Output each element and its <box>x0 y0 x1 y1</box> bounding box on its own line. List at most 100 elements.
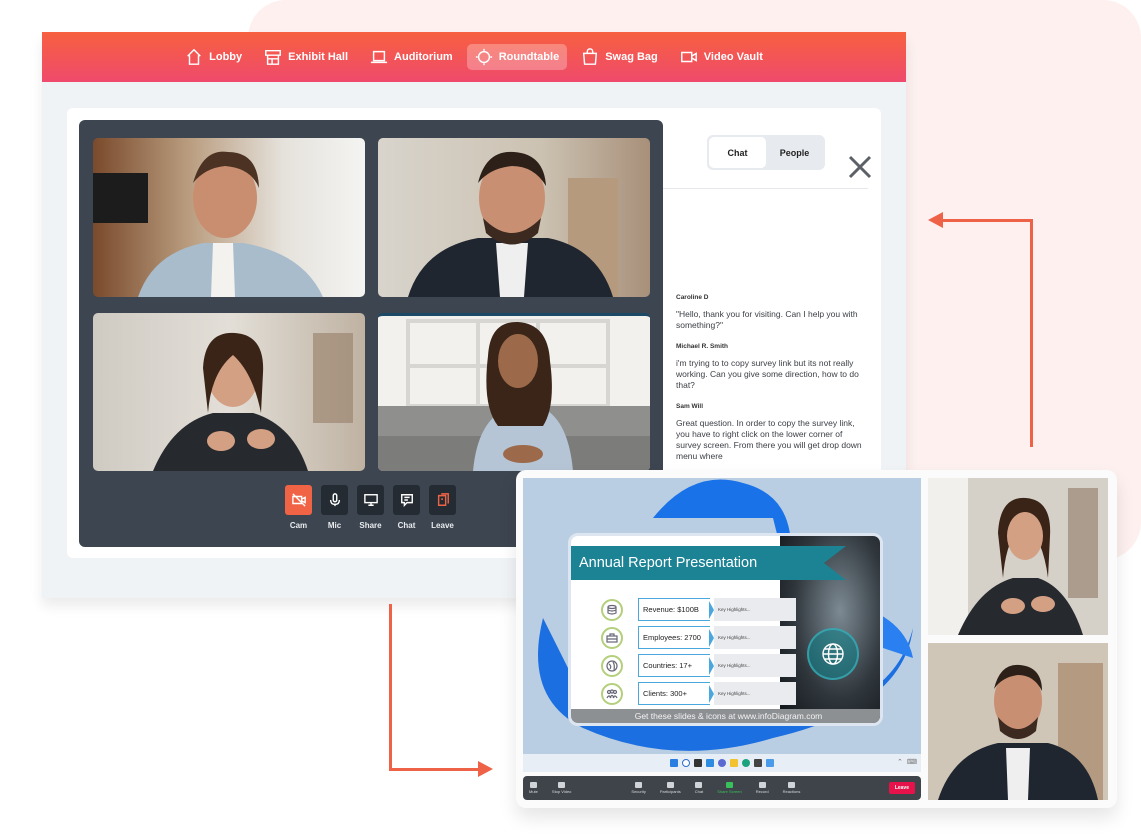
arrow-connector-left <box>389 768 481 771</box>
teams-chat-icon[interactable] <box>718 759 726 767</box>
leave-icon <box>437 493 449 506</box>
share-screen-button[interactable]: Share Screen <box>717 782 742 794</box>
metric-label: Revenue: $100B <box>638 598 710 621</box>
mic-toggle-button[interactable]: Mic <box>321 485 348 530</box>
slide-footer: Get these slides & icons at www.infoDiag… <box>571 709 880 723</box>
chat-button[interactable]: Chat <box>393 485 420 530</box>
system-tray: ⌃ ⌨ <box>897 758 917 766</box>
chevron-up-icon[interactable]: ⌃ <box>897 758 903 766</box>
task-view-icon[interactable] <box>694 759 702 767</box>
shared-screen: Annual Report Presentation Revenue: $100… <box>523 478 921 772</box>
participant-video-tile[interactable] <box>928 643 1108 800</box>
nav-roundtable[interactable]: Roundtable <box>466 44 568 70</box>
metric-highlight: Key Highlights... <box>714 654 796 677</box>
search-icon[interactable] <box>682 759 690 767</box>
metric-label: Clients: 300+ <box>638 682 710 705</box>
widgets-icon[interactable] <box>706 759 714 767</box>
security-button[interactable]: Security <box>631 782 646 794</box>
share-screen-icon <box>725 782 733 788</box>
share-screen-button[interactable]: Share <box>357 485 384 530</box>
monitor-icon <box>363 494 378 506</box>
file-explorer-icon[interactable] <box>730 759 738 767</box>
briefcase-icon <box>606 633 618 643</box>
participant-video <box>928 478 1108 635</box>
laptop-icon <box>370 50 388 64</box>
chat-bubble-icon <box>695 782 703 788</box>
participant-video-tile-active-speaker[interactable] <box>378 313 650 471</box>
participant-video-tile[interactable] <box>93 138 365 297</box>
chat-message: Sam Will Great question. In order to cop… <box>676 403 866 462</box>
leave-label: Leave <box>431 521 454 530</box>
participant-video-tile[interactable] <box>928 478 1108 635</box>
message-author: Caroline D <box>676 294 709 301</box>
start-icon[interactable] <box>670 759 678 767</box>
arrow-connector-right <box>1030 219 1033 447</box>
camera-off-icon <box>291 493 306 507</box>
slide-title: Annual Report Presentation <box>571 546 846 580</box>
participant-video <box>93 138 365 297</box>
metric-row: Employees: 2700 Key Highlights... <box>601 624 796 652</box>
nav-video-vault[interactable]: Video Vault <box>672 44 771 70</box>
globe-badge <box>807 628 859 680</box>
edge-browser-icon[interactable] <box>742 759 750 767</box>
message-author: Michael R. Smith <box>676 343 729 350</box>
close-sidebar-button[interactable] <box>846 153 874 181</box>
tab-chat[interactable]: Chat <box>709 137 766 168</box>
participant-video <box>928 643 1108 800</box>
zoom-call-window: Annual Report Presentation Revenue: $100… <box>516 470 1117 808</box>
chat-button[interactable]: Chat <box>695 782 703 794</box>
top-navigation: Lobby Exhibit Hall Auditorium Roundtable… <box>42 32 906 82</box>
metric-highlight: Key Highlights... <box>714 626 796 649</box>
cam-label: Cam <box>289 521 308 530</box>
participant-video <box>93 313 365 471</box>
call-controls: Cam Mic Share Chat Leave <box>285 485 456 530</box>
store-icon[interactable] <box>754 759 762 767</box>
metric-highlight: Key Highlights... <box>714 598 796 621</box>
message-text: i'm trying to to copy survey link but it… <box>676 358 859 390</box>
microphone-icon <box>529 782 537 788</box>
home-icon <box>187 48 201 65</box>
storefront-icon <box>265 49 282 65</box>
arrow-head-left-icon <box>928 212 943 228</box>
nav-label: Roundtable <box>498 51 560 63</box>
nav-lobby[interactable]: Lobby <box>177 44 250 70</box>
shield-icon <box>635 782 643 788</box>
message-author: Sam Will <box>676 403 704 410</box>
globe-icon <box>822 643 844 665</box>
metric-highlight: Key Highlights... <box>714 682 796 705</box>
participant-video-tile[interactable] <box>378 138 650 297</box>
people-group-icon <box>606 689 618 699</box>
stop-video-button[interactable]: Stop Video <box>552 782 571 794</box>
nav-auditorium[interactable]: Auditorium <box>362 44 461 70</box>
roundtable-icon <box>475 48 492 66</box>
keyboard-icon[interactable]: ⌨ <box>907 758 917 766</box>
cam-toggle-button[interactable]: Cam <box>285 485 312 530</box>
message-text: Great question. In order to copy the sur… <box>676 418 862 461</box>
participant-video-tile[interactable] <box>93 313 365 471</box>
metric-row: Revenue: $100B Key Highlights... <box>601 596 796 624</box>
coins-stack-icon <box>607 604 617 615</box>
record-icon <box>758 782 766 788</box>
nav-label: Video Vault <box>703 51 763 63</box>
mute-button[interactable]: Mute <box>529 782 538 794</box>
metric-row: Clients: 300+ Key Highlights... <box>601 680 796 708</box>
tab-people[interactable]: People <box>766 137 823 168</box>
bag-icon <box>583 48 598 65</box>
nav-exhibit-hall[interactable]: Exhibit Hall <box>256 44 356 70</box>
reactions-button[interactable]: Reactions <box>783 782 800 794</box>
record-button[interactable]: Record <box>756 782 769 794</box>
participants-button[interactable]: Participants <box>660 782 681 794</box>
close-icon <box>848 155 872 179</box>
windows-taskbar: ⌃ ⌨ <box>523 754 921 772</box>
arrow-head-right-icon <box>478 761 493 777</box>
chat-message: Michael R. Smith i'm trying to to copy s… <box>676 343 866 391</box>
app-pinned-icon[interactable] <box>766 759 774 767</box>
smiley-icon <box>787 782 795 788</box>
metric-label: Employees: 2700 <box>638 626 710 649</box>
nav-label: Lobby <box>209 51 243 63</box>
zoom-meeting-toolbar: Mute Stop Video Security Participants Ch… <box>523 776 921 800</box>
leave-meeting-button[interactable]: Leave <box>888 782 915 794</box>
nav-swag-bag[interactable]: Swag Bag <box>573 44 666 70</box>
leave-button[interactable]: Leave <box>429 485 456 530</box>
participants-icon <box>666 782 674 788</box>
